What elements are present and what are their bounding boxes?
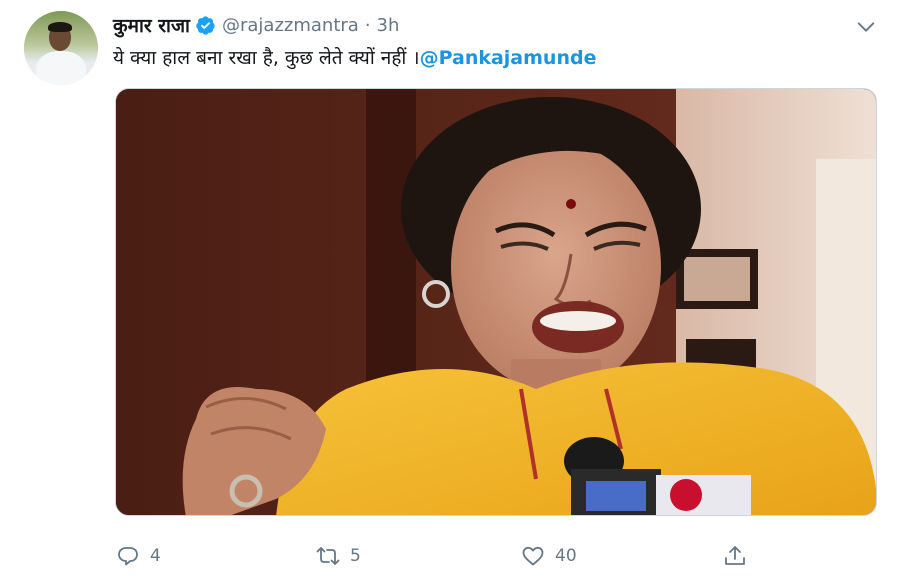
author-handle[interactable]: @rajazzmantra [222,15,359,36]
verified-badge-icon [195,15,216,36]
tweet-actions: 4 5 40 [0,536,899,576]
heart-icon [522,546,544,566]
avatar[interactable] [24,11,98,85]
author-name[interactable]: कुमार राजा [113,12,190,38]
tweet-card[interactable]: कुमार राजा @rajazzmantra · 3h ये क्या हा… [0,0,899,584]
tweet-text: ये क्या हाल बना रखा है, कुछ लेते क्यों न… [113,44,596,72]
reply-count: 4 [150,546,161,566]
separator-dot: · [364,14,371,36]
retweet-count: 5 [350,546,361,566]
retweet-button[interactable]: 5 [316,536,361,576]
share-icon [725,546,745,565]
share-button[interactable] [723,536,747,576]
reply-button[interactable]: 4 [116,536,161,576]
like-button[interactable]: 40 [521,536,577,576]
tweet-photo[interactable] [115,88,877,516]
reply-icon [118,547,138,566]
like-count: 40 [555,546,577,566]
timestamp[interactable]: 3h [377,15,400,36]
tweet-text-body: ये क्या हाल बना रखा है, कुछ लेते क्यों न… [113,47,420,69]
mention-link[interactable]: @Pankajamunde [420,47,597,69]
chevron-down-icon[interactable] [855,16,877,38]
tweet-header: कुमार राजा @rajazzmantra · 3h [113,12,399,38]
retweet-icon [316,547,340,565]
